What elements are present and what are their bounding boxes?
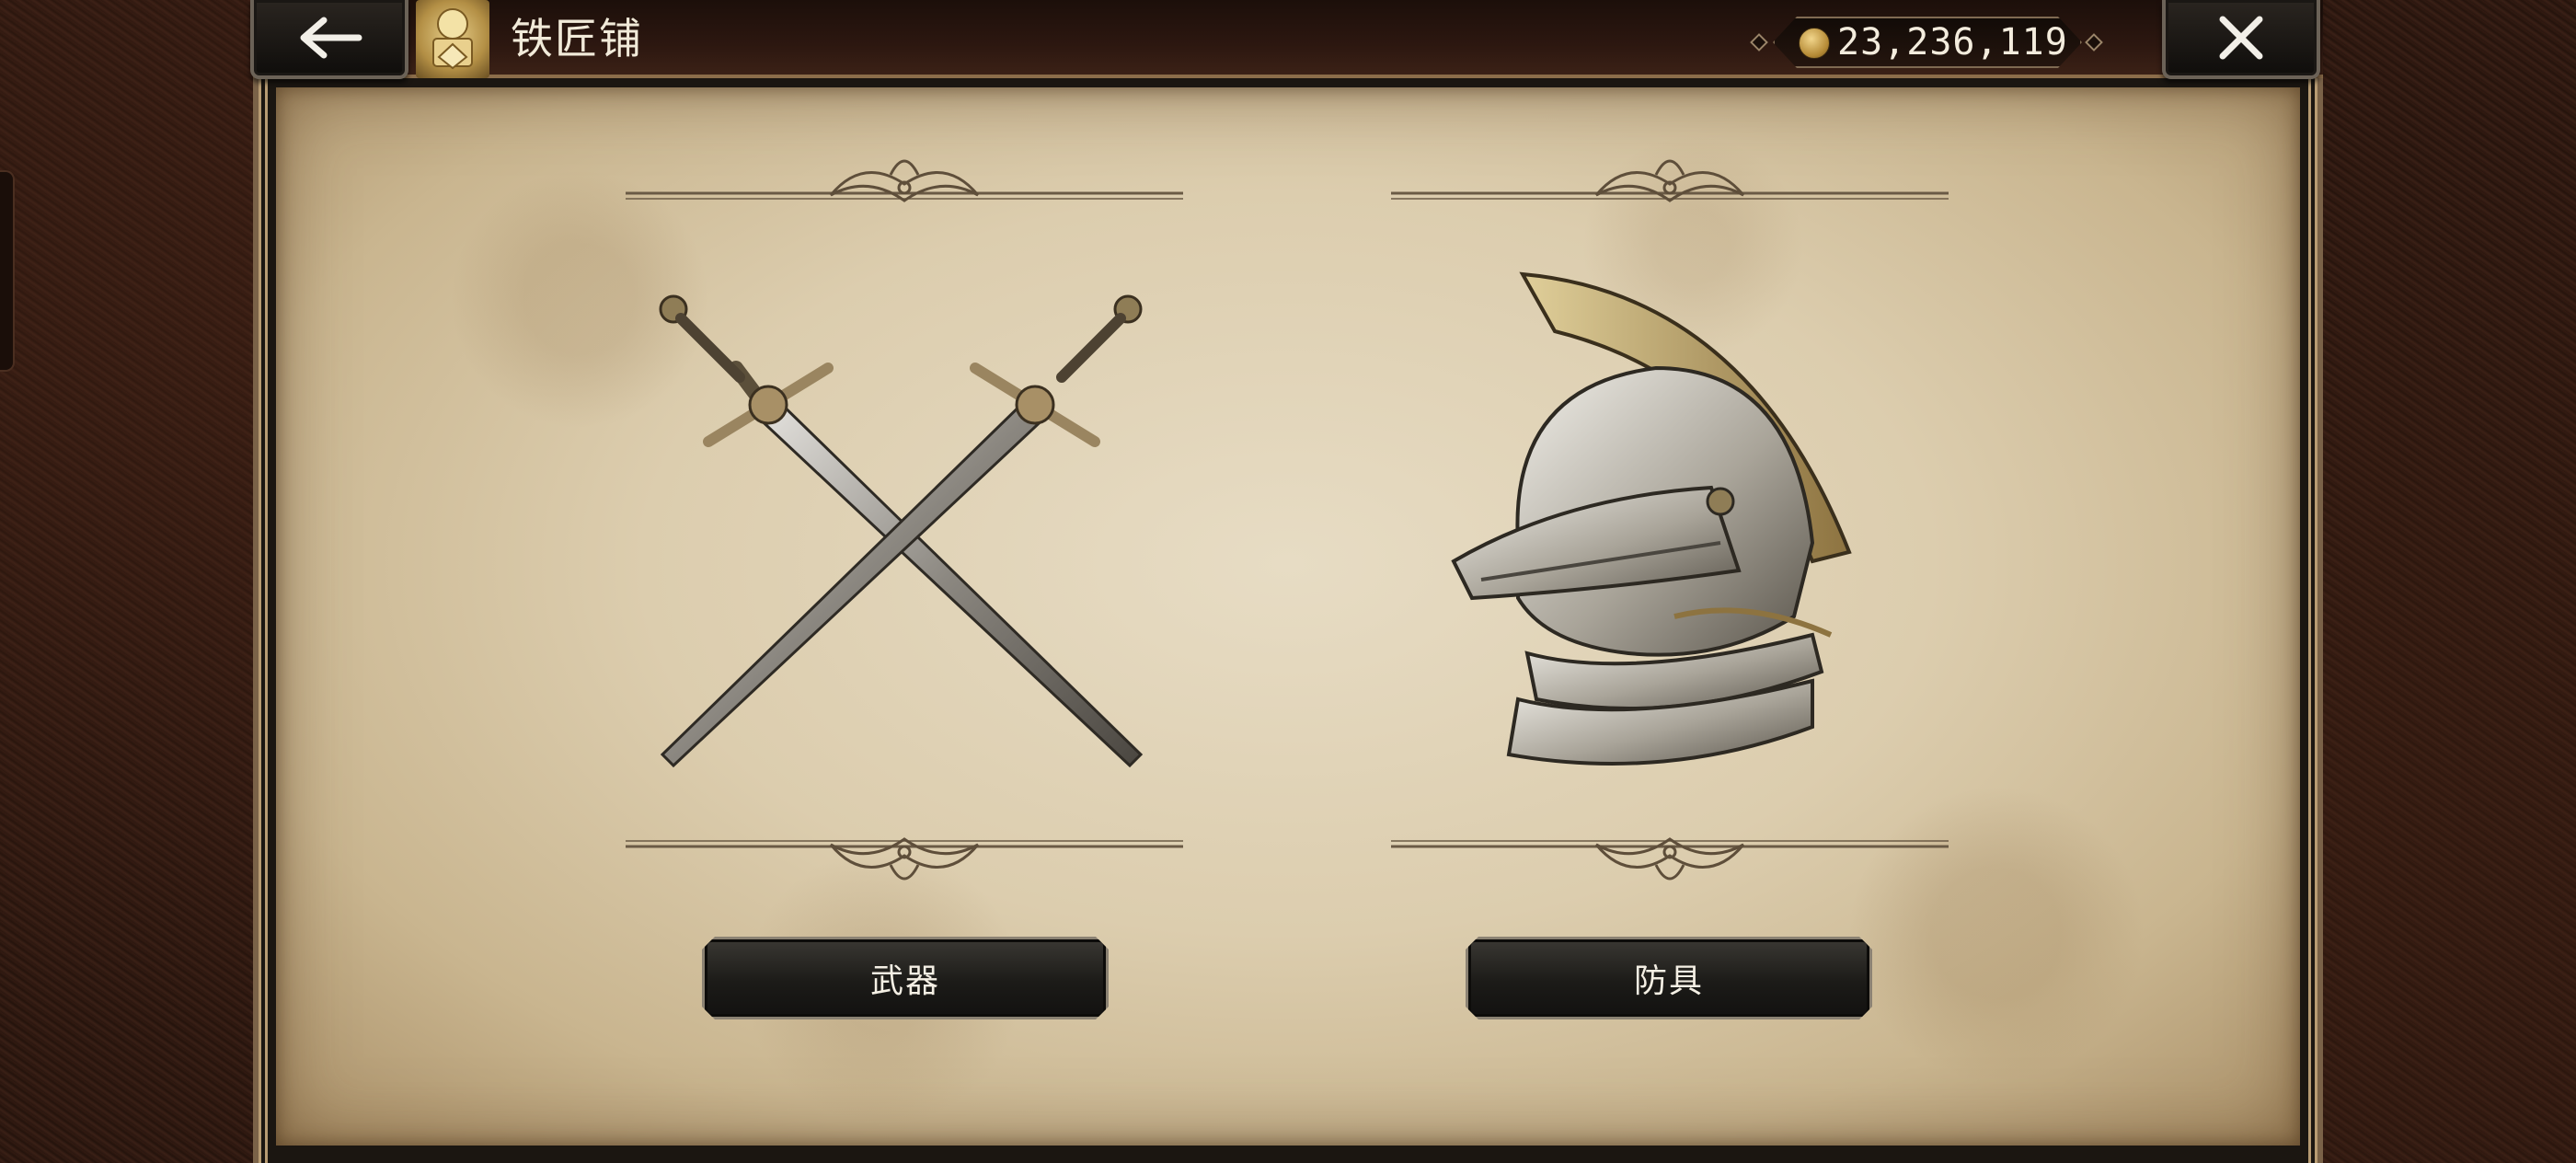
armor-button[interactable]: 防具 [1466,937,1872,1019]
device-edge-tab [0,170,15,372]
gold-coin-icon [1799,28,1830,59]
crossed-swords-icon[interactable] [644,276,1159,791]
close-button[interactable] [2162,0,2320,79]
currency-display: 23,236,119 [1750,17,2103,68]
page-title: 铁匠铺 [511,14,643,63]
armor-button-label: 防具 [1633,962,1704,1000]
back-button[interactable] [250,0,408,79]
currency-value: 23,236,119 [1837,21,2068,63]
divider-ornament-top-right [1391,159,1949,202]
weapons-button-label: 武器 [869,962,940,1000]
arrow-left-icon [300,17,362,59]
smith-emblem-icon [416,0,489,78]
divider-ornament-bottom-right [1391,837,1949,881]
knight-helmet-icon[interactable] [1444,267,1877,782]
weapons-button[interactable]: 武器 [702,937,1109,1019]
parchment-panel [276,87,2300,1146]
divider-ornament-top-left [626,159,1183,202]
divider-ornament-bottom-left [626,837,1183,881]
diamond-ornament-left [1750,33,1768,52]
diamond-ornament-right [2085,33,2103,52]
close-icon [2219,16,2263,60]
